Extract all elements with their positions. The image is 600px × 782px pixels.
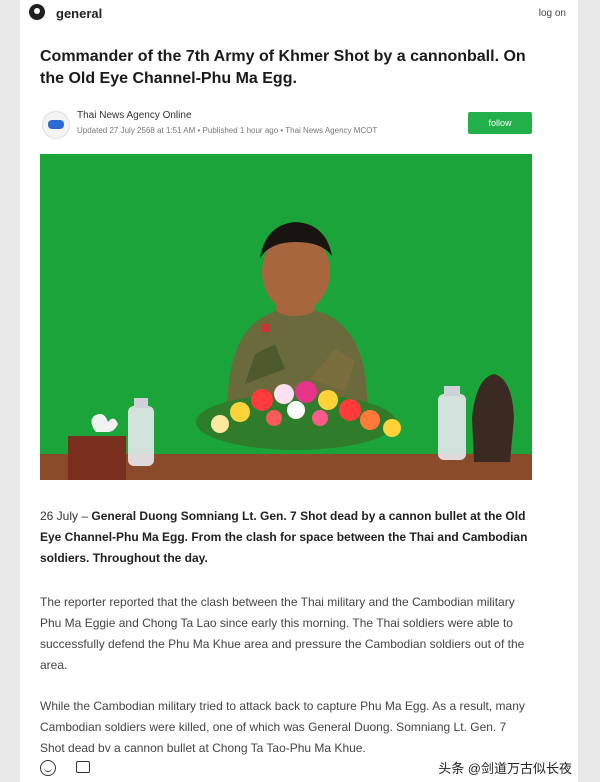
paragraph-2: The reporter reported that the clash bet…: [40, 595, 525, 672]
article-meta: Updated 27 July 2568 at 1:51 AM • Publis…: [77, 126, 378, 135]
bottom-bar: 头条 @剑道万古似长夜: [20, 756, 578, 782]
photo-illustration: [40, 154, 532, 480]
article-headline: Commander of the 7th Army of Khmer Shot …: [40, 48, 526, 87]
site-name[interactable]: general: [56, 6, 102, 21]
author-avatar[interactable]: [42, 111, 70, 139]
article-page: general log on Commander of the 7th Army…: [20, 0, 578, 782]
comment-icon[interactable]: [76, 761, 90, 773]
lead-paragraph: 26 July – General Duong Somniang Lt. Gen…: [40, 506, 532, 569]
top-bar: general log on: [20, 0, 578, 28]
smile-icon[interactable]: [40, 760, 56, 776]
watermark-text: 头条 @剑道万古似长夜: [438, 761, 572, 776]
article-photo: [40, 154, 532, 480]
paragraph-3: While the Cambodian military tried to at…: [40, 699, 525, 755]
follow-button[interactable]: follow: [468, 112, 532, 134]
login-link[interactable]: log on: [539, 8, 566, 19]
lead-bold-text: General Duong Somniang Lt. Gen. 7 Shot d…: [40, 509, 528, 565]
author-name[interactable]: Thai News Agency Online: [77, 110, 192, 121]
lead-date: 26 July –: [40, 509, 92, 523]
site-logo-icon[interactable]: [29, 4, 45, 20]
